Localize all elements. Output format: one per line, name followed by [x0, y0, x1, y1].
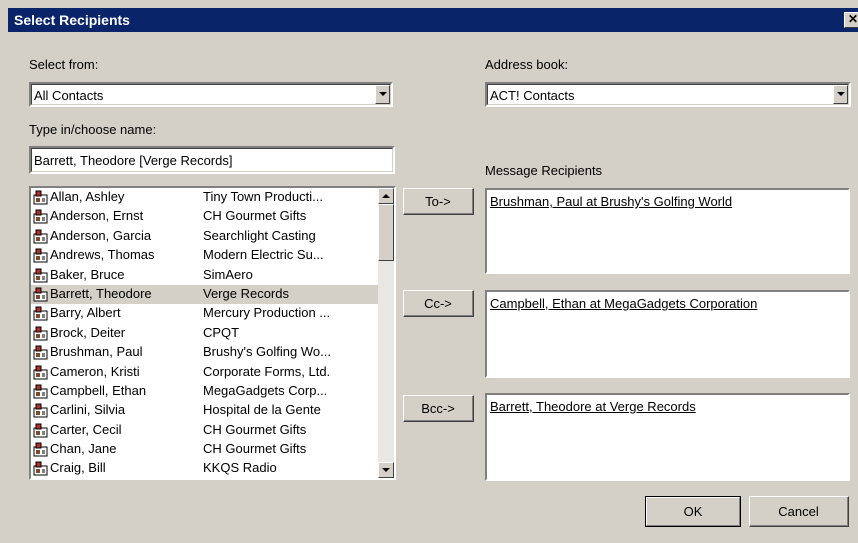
contact-company: CPQT	[203, 324, 240, 340]
contact-name: Campbell, Ethan	[50, 382, 147, 398]
scroll-down-icon[interactable]	[378, 462, 394, 478]
contact-company: CH Gourmet Gifts	[203, 208, 307, 224]
contact-company: MegaGadgets Corp...	[203, 382, 328, 398]
contact-name: Carlini, Silvia	[50, 402, 126, 418]
contact-card-icon	[33, 442, 48, 457]
cc-button-label: Cc->	[424, 295, 452, 311]
select-from-label: Select from:	[29, 57, 99, 72]
contact-row[interactable]: Campbell, Ethan MegaGadgets Corp...	[31, 382, 378, 401]
cc-recipients-box[interactable]: Campbell, Ethan at MegaGadgets Corporati…	[485, 290, 850, 378]
contact-name: Barrett, Theodore	[50, 285, 152, 301]
contact-card-icon	[33, 461, 48, 476]
address-book-label: Address book:	[485, 57, 569, 72]
contact-name: Anderson, Ernst	[50, 208, 144, 224]
name-entry-input[interactable]: Barrett, Theodore [Verge Records]	[29, 146, 395, 174]
close-icon[interactable]: ✕	[844, 12, 858, 28]
contacts-list-rows: Allan, Ashley Tiny Town Producti... Anders…	[31, 188, 378, 478]
contact-name: Baker, Bruce	[50, 266, 125, 282]
contact-name: Brock, Deiter	[50, 324, 126, 340]
contact-company: CH Gourmet Gifts	[203, 421, 307, 437]
bcc-recipient[interactable]: Barrett, Theodore at Verge Records	[490, 399, 696, 414]
bcc-button[interactable]: Bcc->	[403, 395, 474, 422]
contact-company: Modern Electric Su...	[203, 247, 324, 263]
cc-button[interactable]: Cc->	[403, 290, 474, 317]
title-bar: Select Recipients ✕	[8, 8, 858, 32]
bcc-button-label: Bcc->	[421, 400, 455, 416]
contact-company: KKQS Radio	[203, 460, 277, 476]
list-scrollbar[interactable]	[378, 188, 394, 478]
contact-company: Brushy's Golfing Wo...	[203, 344, 331, 360]
contacts-list[interactable]: Allan, Ashley Tiny Town Producti... Anders…	[29, 186, 396, 480]
contact-name: Chan, Jane	[50, 441, 117, 457]
contact-row[interactable]: Carlini, Silvia Hospital de la Gente	[31, 401, 378, 420]
contact-company: Mercury Production ...	[203, 305, 331, 321]
to-button[interactable]: To->	[403, 188, 474, 215]
contact-row[interactable]: Allan, Ashley Tiny Town Producti...	[31, 188, 378, 207]
to-button-label: To->	[425, 193, 451, 209]
contact-name: Allan, Ashley	[50, 189, 125, 204]
select-from-dropdown[interactable]: All Contacts	[29, 82, 393, 107]
contact-card-icon	[33, 423, 48, 438]
scroll-up-icon[interactable]	[378, 188, 394, 204]
contact-row[interactable]: Craig, Bill KKQS Radio	[31, 459, 378, 478]
chevron-down-icon[interactable]	[375, 85, 390, 104]
contact-row[interactable]: Anderson, Ernst CH Gourmet Gifts	[31, 207, 378, 226]
contact-row[interactable]: Cameron, Kristi Corporate Forms, Ltd.	[31, 363, 378, 382]
contact-company: CH Gourmet Gifts	[203, 441, 307, 457]
contact-card-icon	[33, 326, 48, 341]
select-from-value: All Contacts	[34, 88, 104, 103]
contact-row[interactable]: Brushman, Paul Brushy's Golfing Wo...	[31, 343, 378, 362]
contact-row[interactable]: Barrett, Theodore Verge Records	[31, 284, 378, 305]
contact-card-icon	[33, 403, 48, 418]
ok-button[interactable]: OK	[645, 496, 741, 527]
contact-card-icon	[33, 248, 48, 263]
name-entry-value: Barrett, Theodore [Verge Records]	[34, 153, 233, 168]
cancel-button[interactable]: Cancel	[749, 496, 849, 527]
contact-name: Andrews, Thomas	[50, 247, 155, 263]
contact-row[interactable]: Chan, Jane CH Gourmet Gifts	[31, 440, 378, 459]
contact-name: Barry, Albert	[50, 305, 121, 321]
message-recipients-label: Message Recipients	[485, 163, 603, 178]
contact-card-icon	[33, 209, 48, 224]
contact-name: Anderson, Garcia	[50, 227, 152, 243]
contact-name: Carter, Cecil	[50, 421, 122, 437]
bcc-recipients-box[interactable]: Barrett, Theodore at Verge Records	[485, 393, 850, 481]
contact-row[interactable]: Anderson, Garcia Searchlight Casting	[31, 227, 378, 246]
contact-card-icon	[33, 365, 48, 380]
contact-company: Corporate Forms, Ltd.	[203, 363, 331, 379]
contact-card-icon	[33, 268, 48, 283]
cancel-button-label: Cancel	[778, 503, 819, 519]
contact-card-icon	[33, 345, 48, 360]
contact-company: Searchlight Casting	[203, 227, 316, 243]
cc-recipient[interactable]: Campbell, Ethan at MegaGadgets Corporati…	[490, 296, 757, 311]
contact-name: Brushman, Paul	[50, 344, 143, 360]
contact-row[interactable]: Brock, Deiter CPQT	[31, 324, 378, 343]
chevron-down-icon[interactable]	[833, 85, 848, 104]
address-book-value: ACT! Contacts	[490, 88, 575, 103]
contact-name: Cameron, Kristi	[50, 363, 140, 379]
contact-row[interactable]: Baker, Bruce SimAero	[31, 266, 378, 285]
contact-card-icon	[33, 190, 48, 205]
contact-company: Verge Records	[203, 285, 289, 301]
name-entry-label: Type in/choose name:	[29, 122, 157, 137]
window-title: Select Recipients	[14, 12, 130, 28]
scroll-thumb[interactable]	[378, 204, 394, 261]
contact-card-icon	[33, 287, 48, 302]
contact-card-icon	[33, 384, 48, 399]
contact-row[interactable]: Carter, Cecil CH Gourmet Gifts	[31, 421, 378, 440]
contact-name: Craig, Bill	[50, 460, 106, 476]
contact-company: SimAero	[203, 266, 253, 282]
ok-button-label: OK	[683, 504, 703, 519]
address-book-dropdown[interactable]: ACT! Contacts	[485, 82, 851, 107]
contact-card-icon	[33, 306, 48, 321]
contact-company: Hospital de la Gente	[203, 402, 321, 418]
contact-company: Tiny Town Producti...	[203, 189, 323, 204]
to-recipient[interactable]: Brushman, Paul at Brushy's Golfing World	[490, 194, 732, 209]
contact-row[interactable]: Andrews, Thomas Modern Electric Su...	[31, 246, 378, 265]
to-recipients-box[interactable]: Brushman, Paul at Brushy's Golfing World	[485, 188, 850, 274]
contact-row[interactable]: Barry, Albert Mercury Production ...	[31, 304, 378, 323]
contact-card-icon	[33, 229, 48, 244]
